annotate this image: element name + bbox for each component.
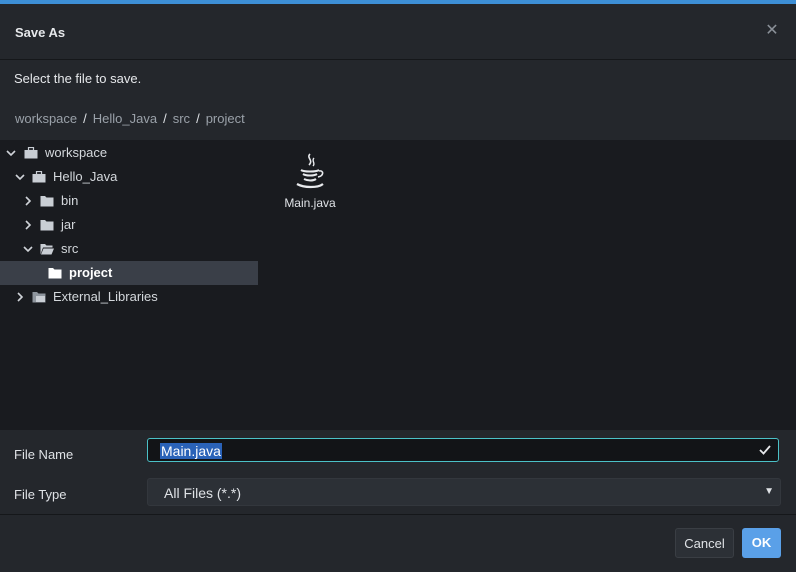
- divider: [0, 59, 796, 60]
- breadcrumb-project[interactable]: project: [206, 111, 245, 126]
- tree-item-bin[interactable]: bin: [0, 189, 258, 213]
- chevron-right-icon[interactable]: [15, 292, 25, 302]
- breadcrumb-separator: /: [196, 111, 200, 126]
- save-as-dialog: Save As ✕ Select the file to save. works…: [0, 0, 796, 572]
- check-icon[interactable]: [758, 443, 772, 457]
- file-type-label: File Type: [14, 487, 67, 502]
- chevron-right-icon[interactable]: [23, 220, 33, 230]
- ok-button[interactable]: OK: [742, 528, 781, 558]
- folder-open-icon: [40, 243, 54, 255]
- tree-item-external-libraries[interactable]: External_Libraries: [0, 285, 258, 309]
- chevron-down-icon[interactable]: [15, 172, 25, 182]
- file-type-value: All Files (*.*): [164, 485, 242, 501]
- file-item-main-java[interactable]: Main.java: [281, 152, 339, 218]
- tree-item-label: src: [61, 241, 79, 256]
- dialog-title: Save As: [15, 25, 66, 40]
- briefcase-icon: [32, 170, 46, 183]
- tree-item-label: bin: [61, 193, 79, 208]
- breadcrumb-workspace[interactable]: workspace: [15, 111, 77, 126]
- tree-item-label: jar: [61, 217, 76, 232]
- file-name-input[interactable]: Main.java: [147, 438, 779, 462]
- caret-down-icon: ▼: [764, 486, 774, 497]
- folder-icon: [48, 267, 62, 279]
- file-type-select[interactable]: All Files (*.*) ▼: [147, 478, 781, 506]
- briefcase-icon: [24, 146, 38, 159]
- divider: [0, 514, 796, 515]
- tree-item-label: project: [69, 265, 113, 280]
- chevron-right-icon[interactable]: [23, 196, 33, 206]
- breadcrumb-separator: /: [163, 111, 167, 126]
- tree-item-src[interactable]: src: [0, 237, 258, 261]
- file-name-value[interactable]: Main.java: [160, 443, 222, 459]
- breadcrumb: workspace / Hello_Java / src / project: [15, 111, 245, 126]
- breadcrumb-src[interactable]: src: [173, 111, 190, 126]
- breadcrumb-hello-java[interactable]: Hello_Java: [93, 111, 157, 126]
- chevron-down-icon[interactable]: [23, 244, 33, 254]
- file-browser: workspace Hello_Java bin jar src project…: [0, 140, 796, 430]
- folder-icon: [40, 219, 54, 231]
- folder-tree: workspace Hello_Java bin jar src project…: [0, 140, 258, 430]
- tree-item-label: workspace: [45, 145, 108, 160]
- folder-icon: [40, 195, 54, 207]
- chevron-down-icon[interactable]: [6, 148, 16, 158]
- breadcrumb-separator: /: [83, 111, 87, 126]
- cancel-button[interactable]: Cancel: [675, 528, 734, 558]
- file-name-label: Main.java: [284, 196, 336, 210]
- dialog-subtitle: Select the file to save.: [14, 71, 142, 86]
- close-icon[interactable]: ✕: [763, 20, 781, 42]
- tree-item-label: Hello_Java: [53, 169, 118, 184]
- java-icon: [292, 152, 328, 192]
- tree-item-workspace[interactable]: workspace: [0, 141, 258, 165]
- tree-item-jar[interactable]: jar: [0, 213, 258, 237]
- accent-bar: [0, 0, 796, 4]
- tree-item-hello-java[interactable]: Hello_Java: [0, 165, 258, 189]
- tree-item-project[interactable]: project: [0, 261, 258, 285]
- library-icon: [32, 291, 46, 303]
- file-name-label: File Name: [14, 447, 74, 462]
- tree-item-label: External_Libraries: [53, 289, 158, 304]
